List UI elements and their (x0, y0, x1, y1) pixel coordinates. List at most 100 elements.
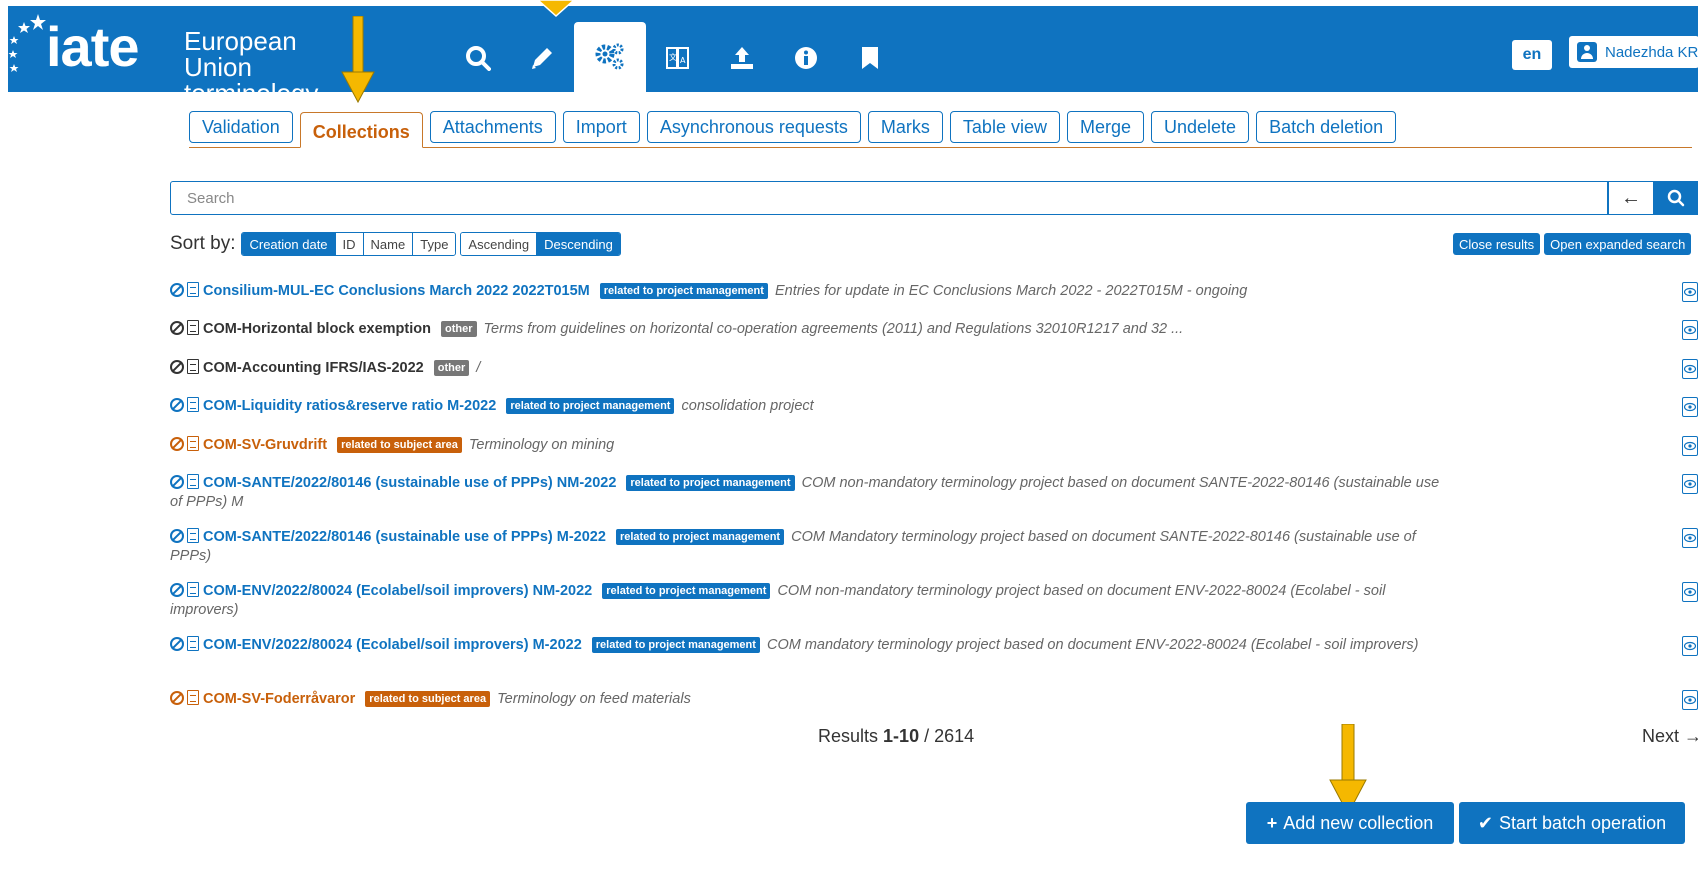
sort-order-group: Ascending Descending (460, 232, 621, 256)
add-new-collection-button[interactable]: + Add new collection (1246, 802, 1454, 844)
sort-name[interactable]: Name (363, 233, 414, 255)
view-collection-button[interactable] (1682, 528, 1698, 548)
sort-ascending[interactable]: Ascending (461, 233, 538, 255)
tab-asynchronous-requests[interactable]: Asynchronous requests (646, 111, 861, 143)
collection-type-badge: related to project management (626, 475, 795, 491)
collection-type-badge: other (441, 321, 477, 337)
collection-type-badge: other (433, 360, 470, 376)
collection-description: COM mandatory terminology project based … (766, 637, 1419, 653)
results-label: Results (818, 726, 879, 746)
collection-type-badge: related to project management (599, 283, 768, 299)
collection-description: Terms from guidelines on horizontal co-o… (483, 321, 1184, 337)
iate-logo[interactable]: iate European Union terminology (8, 6, 338, 106)
nav-info[interactable] (774, 24, 838, 92)
view-collection-button[interactable] (1682, 320, 1698, 340)
view-collection-button[interactable] (1682, 282, 1698, 302)
tab-collections[interactable]: Collections (299, 112, 423, 148)
collection-type-badge: related to project management (506, 398, 675, 414)
result-actions: Close results Open expanded search (1449, 233, 1692, 255)
nav-edit[interactable] (510, 24, 574, 92)
collection-title[interactable]: COM-Horizontal block exemption (203, 321, 431, 337)
logo-wordmark: iate (46, 15, 139, 78)
nav-admin[interactable] (574, 22, 646, 92)
language-selector[interactable]: en (1512, 40, 1552, 70)
annotation-arrow-top (536, 0, 576, 18)
view-collection-button[interactable] (1682, 582, 1698, 602)
collection-title[interactable]: COM-SANTE/2022/80146 (sustainable use of… (203, 475, 616, 491)
document-icon (187, 582, 199, 597)
document-icon (187, 690, 199, 705)
collection-title[interactable]: COM-Liquidity ratios&reserve ratio M-202… (203, 398, 496, 414)
sort-id[interactable]: ID (335, 233, 364, 255)
sort-label: Sort by: (170, 233, 236, 254)
arrow-left-icon: ← (1621, 186, 1641, 209)
not-finalized-icon (170, 398, 184, 412)
nav-bookmarks[interactable] (838, 24, 902, 92)
search-button[interactable] (1654, 181, 1698, 215)
open-expanded-search-button[interactable]: Open expanded search (1544, 233, 1692, 255)
collection-title[interactable]: COM-ENV/2022/80024 (Ecolabel/soil improv… (203, 637, 582, 653)
next-page-link[interactable]: Next → (1642, 726, 1698, 747)
sort-type[interactable]: Type (413, 233, 456, 255)
list-item: COM-Liquidity ratios&reserve ratio M-202… (170, 397, 1698, 417)
user-icon (1577, 42, 1597, 62)
document-icon (187, 397, 199, 412)
search-input[interactable]: Search (170, 181, 1608, 215)
document-icon (187, 359, 199, 374)
collection-title[interactable]: COM-SV-Gruvdrift (203, 437, 327, 453)
eye-icon (1684, 325, 1696, 335)
list-item: COM-Horizontal block exemption other Term… (170, 320, 1698, 340)
top-header: iate European Union terminology 文A en Na… (8, 6, 1698, 106)
nav-upload[interactable] (710, 24, 774, 92)
user-name: Nadezhda KRA (1605, 43, 1698, 61)
collection-title[interactable]: COM-SV-Foderråvaror (203, 691, 355, 707)
check-icon: ✔ (1477, 812, 1493, 833)
eye-icon (1684, 641, 1696, 651)
eye-icon (1684, 441, 1696, 451)
nav-search[interactable] (446, 24, 510, 92)
list-item: Consilium-MUL-EC Conclusions March 2022 … (170, 282, 1698, 302)
not-finalized-icon (170, 691, 184, 705)
next-label: Next (1642, 726, 1680, 746)
collection-title[interactable]: Consilium-MUL-EC Conclusions March 2022 … (203, 283, 590, 299)
not-finalized-icon (170, 321, 184, 335)
collection-title[interactable]: COM-Accounting IFRS/IAS-2022 (203, 360, 424, 376)
collection-description: Terminology on feed materials (497, 691, 691, 707)
document-icon (187, 320, 199, 335)
tab-validation[interactable]: Validation (189, 111, 293, 143)
tab-table-view[interactable]: Table view (949, 111, 1060, 143)
eye-icon (1684, 402, 1696, 412)
document-icon (187, 282, 199, 297)
document-icon (187, 474, 199, 489)
eu-stars-icon (8, 14, 46, 72)
view-collection-button[interactable] (1682, 397, 1698, 417)
collection-title[interactable]: COM-SANTE/2022/80146 (sustainable use of… (203, 529, 606, 545)
tab-marks[interactable]: Marks (867, 111, 943, 143)
document-icon (187, 528, 199, 543)
collection-type-badge: related to project management (602, 583, 771, 599)
tab-attachments[interactable]: Attachments (429, 111, 556, 143)
view-collection-button[interactable] (1682, 690, 1698, 710)
sort-creation-date[interactable]: Creation date (242, 233, 336, 255)
search-back-button[interactable]: ← (1608, 181, 1654, 215)
close-results-button[interactable]: Close results (1453, 233, 1541, 255)
tab-undelete[interactable]: Undelete (1151, 111, 1250, 143)
tab-import[interactable]: Import (562, 111, 640, 143)
view-collection-button[interactable] (1682, 359, 1698, 379)
list-item: COM-Accounting IFRS/IAS-2022 other / (170, 359, 1698, 379)
view-collection-button[interactable] (1682, 636, 1698, 656)
nav-translate[interactable]: 文A (646, 24, 710, 92)
view-collection-button[interactable] (1682, 436, 1698, 456)
collection-description: Entries for update in EC Conclusions Mar… (774, 283, 1248, 299)
sort-descending[interactable]: Descending (537, 233, 620, 255)
collection-type-badge: related to project management (615, 529, 785, 545)
user-menu[interactable]: Nadezhda KRA (1569, 36, 1698, 68)
collection-type-badge: related to subject area (365, 691, 491, 707)
list-item: COM-SV-Gruvdrift related to subject area … (170, 436, 1698, 456)
view-collection-button[interactable] (1682, 474, 1698, 494)
logo-line-1: European Union (184, 26, 297, 82)
tab-merge[interactable]: Merge (1066, 111, 1144, 143)
start-batch-operation-button[interactable]: ✔ Start batch operation (1459, 802, 1685, 844)
collection-title[interactable]: COM-ENV/2022/80024 (Ecolabel/soil improv… (203, 583, 592, 599)
tab-batch-deletion[interactable]: Batch deletion (1256, 111, 1397, 143)
